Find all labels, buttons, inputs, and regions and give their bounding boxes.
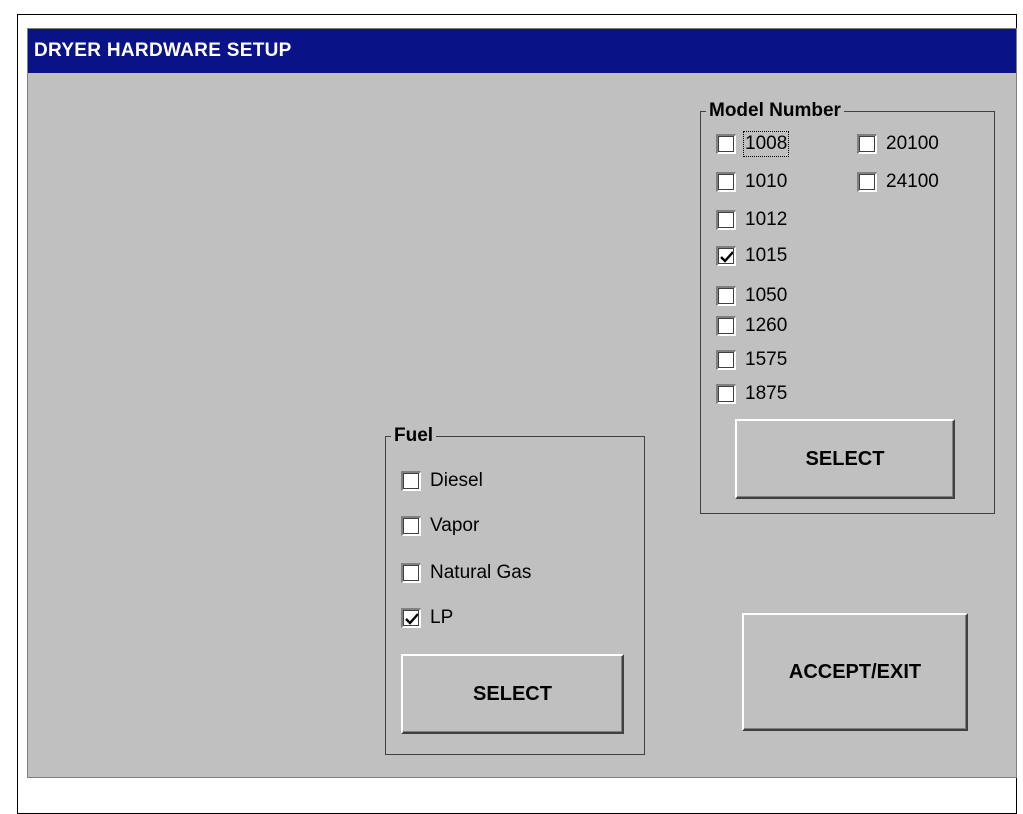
dryer-setup-window: DRYER HARDWARE SETUP Model Number 1008 1…: [27, 28, 1017, 778]
model-checkbox-1575[interactable]: 1575: [716, 346, 787, 374]
fuel-checkbox-lp[interactable]: LP: [401, 604, 453, 632]
model-number-group-title: Model Number: [706, 99, 844, 123]
fuel-checkbox-vapor[interactable]: Vapor: [401, 512, 479, 540]
checkbox-box[interactable]: [857, 134, 877, 154]
checkbox-box[interactable]: [857, 172, 877, 192]
checkbox-label: 1575: [745, 349, 788, 370]
checkbox-label: 1050: [745, 285, 788, 306]
checkbox-box[interactable]: [401, 608, 421, 628]
checkbox-box[interactable]: [716, 384, 736, 404]
window-title: DRYER HARDWARE SETUP: [28, 29, 1016, 73]
checkbox-box[interactable]: [401, 471, 421, 491]
accept-exit-button[interactable]: ACCEPT/EXIT: [742, 613, 968, 731]
checkbox-label: 20100: [886, 133, 939, 154]
model-checkbox-1010[interactable]: 1010: [716, 168, 787, 196]
fuel-group: Fuel Diesel Vapor Natural Gas LP SELECT: [385, 424, 645, 755]
checkbox-label: 1260: [745, 315, 788, 336]
checkbox-box[interactable]: [716, 246, 736, 266]
checkbox-box[interactable]: [716, 210, 736, 230]
model-select-button[interactable]: SELECT: [735, 419, 955, 499]
model-checkbox-20100[interactable]: 20100: [857, 130, 939, 158]
checkbox-box[interactable]: [716, 134, 736, 154]
checkbox-label: Diesel: [430, 470, 483, 491]
checkbox-label: 24100: [886, 171, 939, 192]
checkbox-label: Vapor: [430, 515, 480, 536]
checkbox-label: 1012: [745, 209, 788, 230]
fuel-group-title: Fuel: [391, 424, 437, 448]
fuel-checkbox-natural-gas[interactable]: Natural Gas: [401, 559, 531, 587]
checkbox-label: 1008: [742, 131, 790, 157]
checkbox-box[interactable]: [716, 350, 736, 370]
model-checkbox-1012[interactable]: 1012: [716, 206, 787, 234]
model-checkbox-1015[interactable]: 1015: [716, 242, 787, 270]
model-checkbox-1050[interactable]: 1050: [716, 282, 787, 310]
checkbox-box[interactable]: [716, 286, 736, 306]
model-checkbox-1008[interactable]: 1008: [716, 130, 790, 158]
checkbox-box[interactable]: [716, 316, 736, 336]
checkbox-label: LP: [430, 607, 454, 628]
checkbox-label: Natural Gas: [430, 562, 532, 583]
checkbox-box[interactable]: [716, 172, 736, 192]
checkbox-box[interactable]: [401, 563, 421, 583]
model-checkbox-1875[interactable]: 1875: [716, 380, 787, 408]
checkbox-label: 1015: [745, 245, 788, 266]
checkbox-label: 1875: [745, 383, 788, 404]
model-checkbox-24100[interactable]: 24100: [857, 168, 939, 196]
model-number-group: Model Number 1008 1010 1012 1015 1050 12…: [700, 99, 995, 514]
fuel-select-button[interactable]: SELECT: [401, 654, 624, 734]
fuel-checkbox-diesel[interactable]: Diesel: [401, 467, 483, 495]
model-checkbox-1260[interactable]: 1260: [716, 312, 787, 340]
checkbox-label: 1010: [745, 171, 788, 192]
checkbox-box[interactable]: [401, 516, 421, 536]
